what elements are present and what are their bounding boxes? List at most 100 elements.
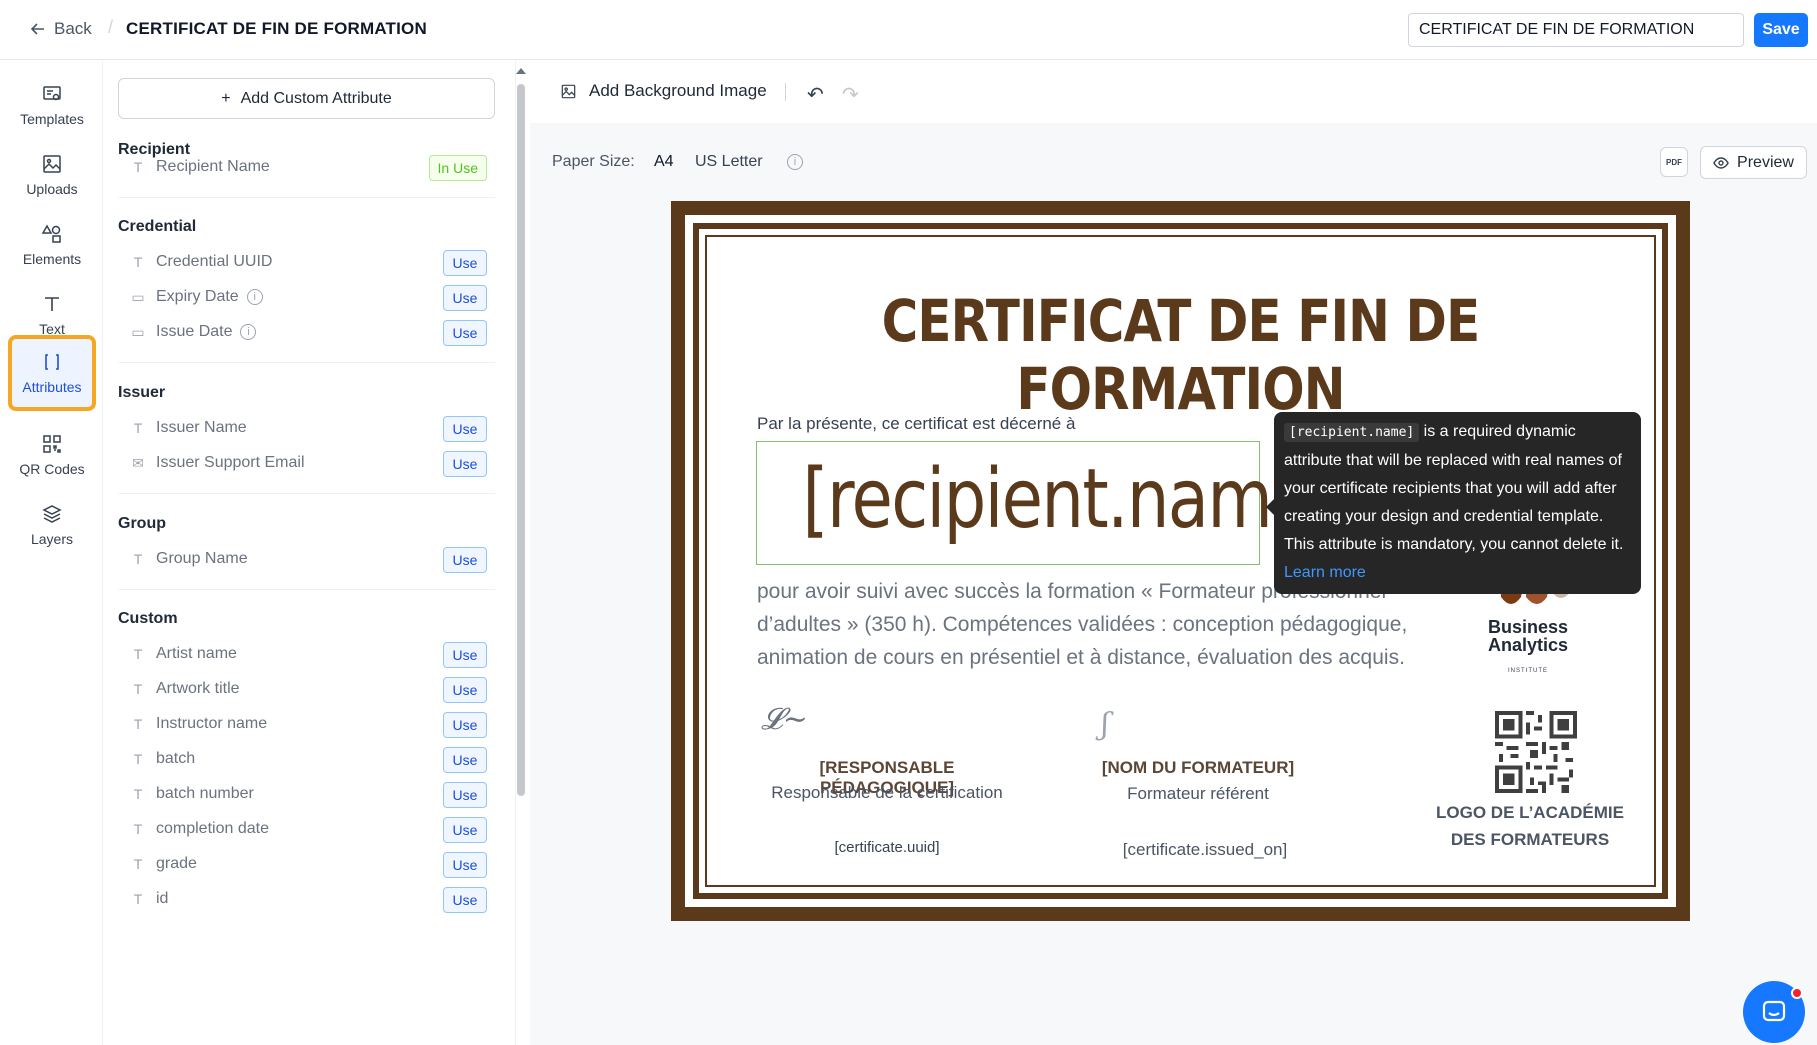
info-icon[interactable]: i [787, 154, 803, 170]
use-button[interactable]: Use [443, 285, 487, 311]
recipient-name-tooltip: [recipient.name] is a required dynamic a… [1266, 412, 1641, 594]
logo-line-1: Business [1487, 617, 1569, 637]
use-button[interactable]: Use [443, 547, 487, 573]
recipient-name-placeholder: [recipient.name] [802, 452, 1337, 547]
save-button[interactable]: Save [1754, 13, 1808, 47]
divider [118, 493, 495, 494]
signatory-1-role[interactable]: Responsable de la certification [756, 783, 1018, 803]
tooltip-code: [recipient.name] [1284, 423, 1420, 442]
add-background-image-button[interactable]: Add Background Image [560, 81, 767, 101]
attr-custom: T batch Use [118, 742, 495, 776]
academy-logo-placeholder[interactable]: LOGO DE L’ACADÉMIE DES FORMATEURS [1420, 799, 1640, 853]
preview-button[interactable]: Preview [1700, 146, 1807, 179]
attr-custom: T completion date Use [118, 812, 495, 846]
signatory-2-role[interactable]: Formateur référent [1093, 784, 1303, 804]
rail-label-uploads: Uploads [26, 181, 78, 197]
rail-item-elements[interactable]: Elements [8, 207, 96, 283]
mail-icon: ✉ [132, 454, 144, 471]
layers-icon [42, 505, 62, 523]
text-type-icon: T [133, 646, 143, 662]
use-button[interactable]: Use [443, 677, 487, 703]
recipient-name-element[interactable]: [recipient.name] [756, 441, 1337, 565]
attr-label: Instructor name [156, 715, 268, 732]
logo-line-2: Analytics [1487, 635, 1569, 655]
attr-label: Issuer Support Email [156, 454, 305, 471]
text-type-icon: T [133, 786, 143, 802]
use-button[interactable]: Use [443, 747, 487, 773]
paper-size-us-letter[interactable]: US Letter [695, 153, 763, 171]
pdf-icon[interactable]: PDF [1660, 147, 1688, 177]
title-input[interactable] [1408, 13, 1744, 47]
top-bar: Back / CERTIFICAT DE FIN DE FORMATION Sa… [0, 0, 1817, 60]
info-icon[interactable]: i [240, 324, 257, 340]
use-button[interactable]: Use [443, 782, 487, 808]
rail-item-uploads[interactable]: Uploads [8, 137, 96, 213]
section-title-credential: Credential [118, 218, 197, 235]
paper-size-a4[interactable]: A4 [654, 153, 674, 171]
info-icon[interactable]: i [246, 289, 263, 305]
paper-size-label: Paper Size: [552, 153, 635, 170]
text-type-icon: T [133, 751, 143, 767]
rail-item-templates[interactable]: Templates [8, 67, 96, 143]
scrollbar-thumb[interactable] [517, 84, 525, 796]
divider [118, 589, 495, 590]
attr-label: batch number [156, 785, 254, 802]
use-button[interactable]: Use [443, 320, 487, 346]
attr-label: id [156, 890, 169, 907]
certificate-title[interactable]: CERTIFICAT DE FIN DE FORMATION [754, 287, 1606, 423]
signatory-2-name[interactable]: [NOM DU FORMATEUR] [1093, 758, 1303, 778]
use-button[interactable]: Use [443, 887, 487, 913]
left-rail: Templates Uploads Elements Text Attribut… [0, 61, 103, 1045]
rail-label-elements: Elements [22, 251, 82, 267]
attr-label: Expiry Date [156, 288, 239, 305]
signature-2-image[interactable]: ʃ [1101, 707, 1109, 742]
certificate-uuid-placeholder[interactable]: [certificate.uuid] [756, 839, 1018, 856]
rail-label-attributes: Attributes [22, 379, 82, 395]
attr-label: batch [156, 750, 196, 767]
attr-label: Group Name [156, 550, 248, 567]
use-button[interactable]: Use [443, 817, 487, 843]
signature-1-image[interactable]: 𝓛∼ [761, 702, 808, 737]
learn-more-link[interactable]: Learn more [1284, 564, 1366, 581]
awarded-text[interactable]: Par la présente, ce certificat est décer… [757, 414, 1075, 434]
attr-expiry-date: ▭ Expiry Date i Use [118, 280, 495, 314]
redo-icon[interactable]: ↷ [842, 82, 859, 107]
attr-recipient-name: T Recipient Name In Use [118, 150, 495, 184]
section-title-custom: Custom [118, 610, 178, 627]
rail-item-layers[interactable]: Layers [8, 487, 96, 563]
add-custom-attribute-button[interactable]: + Add Custom Attribute [118, 78, 495, 119]
use-button[interactable]: Use [443, 250, 487, 276]
qr-code-image[interactable] [1495, 711, 1577, 793]
use-button[interactable]: Use [443, 416, 487, 442]
text-type-icon: T [133, 420, 143, 436]
shapes-icon [41, 224, 61, 243]
panel-scrollbar[interactable] [515, 68, 527, 1045]
attr-label: Credential UUID [156, 253, 273, 270]
scroll-up-arrow-icon[interactable] [516, 68, 526, 74]
logo-text: Business Analytics [1450, 618, 1606, 654]
divider [118, 197, 495, 198]
rail-label-templates: Templates [20, 111, 84, 127]
tooltip-arrow [1266, 499, 1274, 515]
logo-subtitle: INSTITUTE [1508, 668, 1548, 674]
image-icon [43, 155, 61, 173]
attr-label: completion date [156, 820, 269, 837]
use-button[interactable]: Use [443, 852, 487, 878]
preview-label: Preview [1737, 153, 1794, 171]
use-button[interactable]: Use [443, 642, 487, 668]
section-title-group: Group [118, 515, 166, 532]
certificate-issued-on-placeholder[interactable]: [certificate.issued_on] [1075, 840, 1335, 860]
rail-item-attributes[interactable]: Attributes [8, 335, 96, 411]
undo-icon[interactable]: ↶ [807, 82, 824, 107]
add-background-label: Add Background Image [589, 81, 767, 100]
toolbar-separator [785, 83, 786, 101]
attr-group-name: T Group Name Use [118, 542, 495, 576]
back-button[interactable]: Back [30, 19, 92, 39]
use-button[interactable]: Use [443, 451, 487, 477]
page-title: CERTIFICAT DE FIN DE FORMATION [126, 19, 427, 38]
text-type-icon: T [133, 159, 143, 175]
rail-item-qr-codes[interactable]: QR Codes [8, 417, 96, 493]
back-label: Back [54, 19, 92, 38]
use-button[interactable]: Use [443, 712, 487, 738]
attr-custom: T Instructor name Use [118, 707, 495, 741]
